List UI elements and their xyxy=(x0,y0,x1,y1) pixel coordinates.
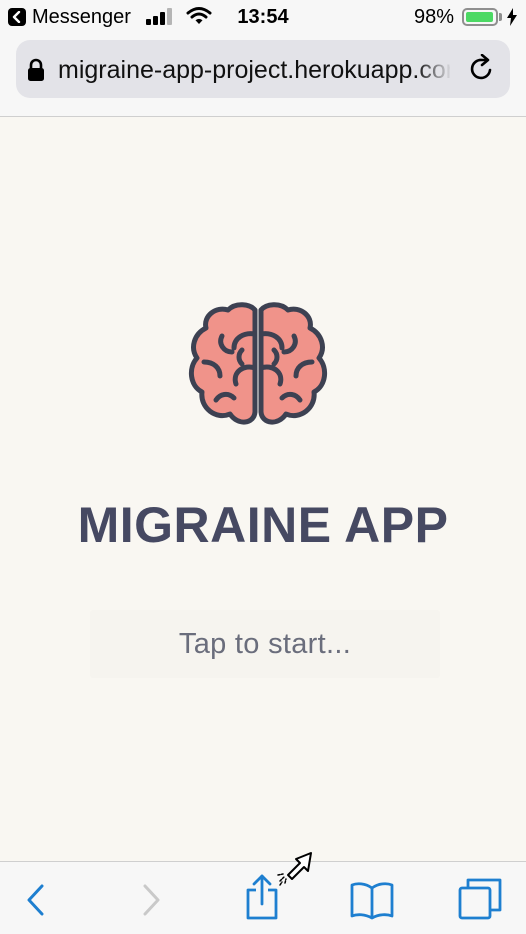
bookmarks-icon[interactable] xyxy=(350,880,394,920)
battery-cap xyxy=(499,13,502,21)
tap-to-start-button[interactable]: Tap to start... xyxy=(90,610,440,678)
reload-icon[interactable] xyxy=(468,54,496,84)
url-text: migraine-app-project.herokuapp.com xyxy=(58,56,450,84)
url-fade xyxy=(416,50,452,90)
web-page-content: MIGRAINE APP Tap to start... xyxy=(0,117,526,861)
browser-address-bar: migraine-app-project.herokuapp.com xyxy=(0,34,526,117)
brain-icon xyxy=(188,302,328,425)
url-field[interactable]: migraine-app-project.herokuapp.com xyxy=(16,40,510,98)
battery-icon xyxy=(462,8,498,26)
back-icon[interactable] xyxy=(24,882,48,918)
lock-icon xyxy=(28,58,44,81)
touch-pointer-icon xyxy=(277,852,312,886)
app-title: MIGRAINE APP xyxy=(77,497,449,553)
browser-toolbar xyxy=(0,861,526,934)
forward-icon[interactable] xyxy=(139,882,163,918)
share-icon[interactable] xyxy=(244,874,280,920)
battery-percent: 98% xyxy=(414,6,455,28)
charging-bolt-icon xyxy=(507,8,517,26)
status-bar: Messenger 13:54 98% xyxy=(0,0,526,34)
battery-level-fill xyxy=(466,12,494,22)
tabs-icon[interactable] xyxy=(458,878,502,920)
